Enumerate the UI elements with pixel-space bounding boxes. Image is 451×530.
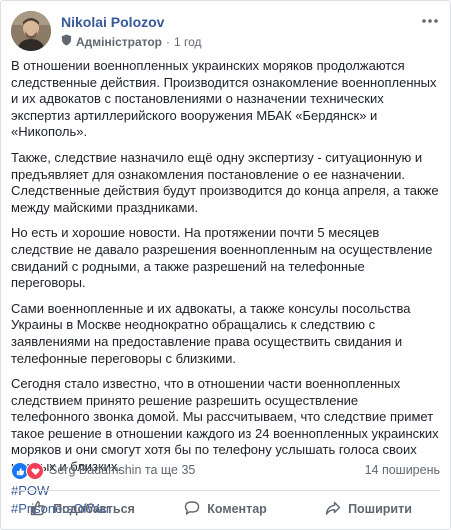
avatar[interactable] bbox=[11, 11, 51, 51]
post-paragraph: В отношении военнопленных украинских мор… bbox=[11, 58, 437, 140]
like-button[interactable]: Подобається bbox=[11, 494, 154, 524]
post-time[interactable]: 1 год bbox=[174, 35, 202, 49]
post-header: Nikolai Polozov Адміністратор · 1 год bbox=[11, 11, 440, 51]
share-button[interactable]: Поширити bbox=[297, 494, 440, 524]
post-paragraph: Но есть и хорошие новости. На протяжении… bbox=[11, 225, 433, 291]
reactions-summary[interactable]: Serg Badamshin та ще 35 bbox=[49, 463, 195, 477]
shares-count[interactable]: 14 поширень bbox=[365, 463, 440, 477]
reaction-icons[interactable] bbox=[11, 462, 44, 480]
divider bbox=[11, 490, 440, 491]
thumbs-up-icon bbox=[30, 500, 46, 519]
comment-button[interactable]: Коментар bbox=[154, 494, 297, 524]
meta-separator: · bbox=[166, 34, 171, 49]
share-icon bbox=[325, 500, 341, 519]
post-paragraph: Также, следствие назначило ещё одну эксп… bbox=[11, 149, 439, 215]
reactions-bar: Serg Badamshin та ще 35 14 поширень bbox=[11, 462, 440, 480]
share-label: Поширити bbox=[348, 502, 412, 516]
author-name[interactable]: Nikolai Polozov bbox=[61, 14, 164, 30]
love-icon bbox=[26, 462, 44, 480]
comment-label: Коментар bbox=[207, 502, 267, 516]
post-body: В отношении военнопленных украинских мор… bbox=[11, 58, 439, 518]
post-paragraph: Сегодня стало известно, что в отношении … bbox=[11, 376, 439, 475]
like-label: Подобається bbox=[53, 502, 135, 516]
action-bar: Подобається Коментар Поширити bbox=[11, 494, 440, 524]
post-card: Nikolai Polozov Адміністратор · 1 год В … bbox=[0, 0, 451, 530]
post-meta: Адміністратор · 1 год bbox=[61, 34, 202, 49]
author-role: Адміністратор bbox=[76, 34, 163, 49]
comment-icon bbox=[184, 500, 200, 519]
admin-shield-icon bbox=[61, 34, 72, 49]
post-paragraph: Сами военнопленные и их адвокаты, а такж… bbox=[11, 300, 411, 366]
more-options-icon[interactable] bbox=[420, 13, 440, 29]
